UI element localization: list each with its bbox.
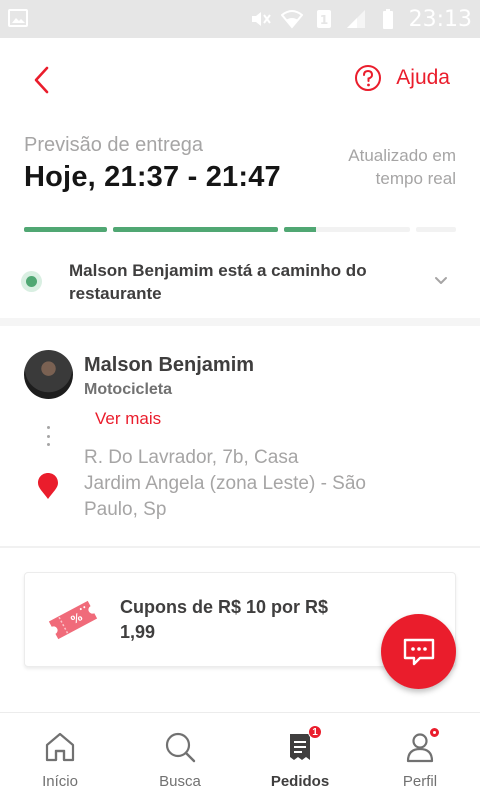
coupon-text: Cupons de R$ 10 por R$ 1,99	[120, 595, 380, 645]
mute-icon	[251, 12, 271, 26]
progress-step-3	[284, 227, 410, 232]
status-time: 23:13	[408, 6, 472, 32]
section-divider	[0, 546, 480, 548]
realtime-line2: tempo real	[375, 169, 456, 188]
status-indicator	[21, 271, 42, 292]
courier-card: Malson Benjamim Motocicleta Ver mais R. …	[0, 326, 480, 546]
chat-icon	[403, 638, 434, 665]
help-label: Ajuda	[396, 66, 450, 89]
question-circle-icon	[355, 65, 382, 91]
nav-inicio[interactable]: Início	[0, 713, 120, 800]
profile-notification-dot	[428, 726, 441, 739]
chat-button[interactable]	[381, 614, 456, 689]
nav-busca[interactable]: Busca	[120, 713, 240, 800]
battery-icon	[382, 9, 393, 29]
profile-icon	[402, 726, 441, 765]
nav-label-perfil: Perfil	[402, 773, 438, 790]
address-line3: Paulo, Sp	[84, 499, 167, 520]
nav-label-pedidos: Pedidos	[270, 773, 330, 790]
sim-icon: 1	[316, 10, 331, 28]
search-icon	[165, 732, 196, 763]
section-divider	[0, 318, 480, 326]
realtime-line1: Atualizado em	[348, 146, 456, 165]
nav-perfil[interactable]: Perfil	[360, 713, 480, 800]
delivery-address: R. Do Lavrador, 7b, Casa Jardim Angela (…	[84, 445, 424, 523]
wifi-icon	[280, 10, 303, 29]
nav-pedidos[interactable]: 1 Pedidos	[240, 713, 360, 800]
coupon-line2: 1,99	[120, 622, 156, 642]
coupon-line1: Cupons de R$ 10 por R$	[120, 597, 329, 617]
address-line2: Jardim Angela (zona Leste) - São	[84, 473, 366, 494]
delivery-progress	[24, 227, 456, 232]
nav-label-inicio: Início	[42, 773, 78, 790]
order-status-row[interactable]: Malson Benjamim está a caminho do restau…	[0, 250, 480, 314]
nav-label-busca: Busca	[159, 773, 201, 790]
progress-step-2	[113, 227, 278, 232]
see-more-link[interactable]: Ver mais	[95, 409, 161, 429]
signal-icon	[346, 10, 365, 28]
delivery-forecast: Previsão de entrega Hoje, 21:37 - 21:47 …	[24, 134, 456, 204]
help-button[interactable]: Ajuda	[354, 64, 450, 92]
address-line1: R. Do Lavrador, 7b, Casa	[84, 447, 299, 468]
coupon-ticket-icon: %	[48, 600, 98, 640]
order-status-text: Malson Benjamim está a caminho do restau…	[69, 261, 367, 303]
svg-text:1: 1	[319, 13, 327, 27]
courier-vehicle: Motocicleta	[84, 381, 173, 398]
bottom-nav: Início Busca 1 Pedidos Perfil	[0, 712, 480, 800]
back-button[interactable]	[24, 62, 60, 98]
orders-icon: 1	[282, 725, 322, 765]
courier-avatar	[24, 350, 73, 399]
image-icon	[8, 9, 28, 27]
realtime-note: Atualizado em tempo real	[316, 144, 456, 190]
route-dots	[46, 426, 50, 446]
progress-step-4	[416, 227, 456, 232]
courier-name: Malson Benjamim	[84, 354, 255, 376]
home-icon	[45, 732, 75, 762]
orders-badge: 1	[308, 725, 322, 739]
status-bar: 1 23:13	[0, 0, 480, 38]
location-pin-icon	[38, 473, 58, 499]
app-header: Ajuda	[0, 38, 480, 122]
chevron-down-icon[interactable]	[432, 271, 450, 289]
chevron-left-icon	[34, 66, 49, 94]
progress-step-1	[24, 227, 107, 232]
